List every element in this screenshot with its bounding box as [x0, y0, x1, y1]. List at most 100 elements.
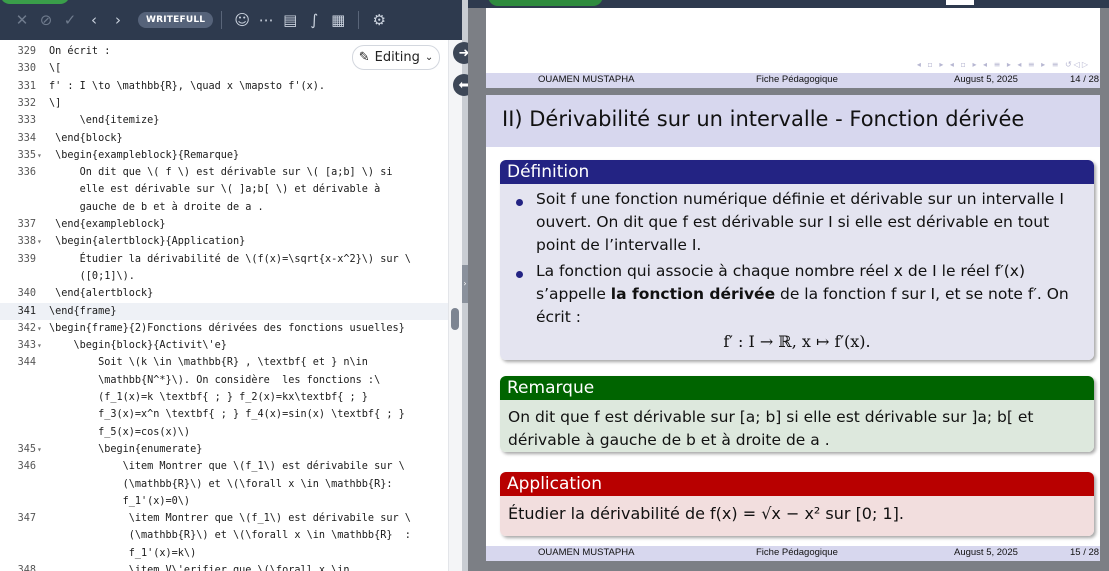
code-text: \[ — [49, 63, 62, 75]
code-line[interactable]: 344 Soit \(k \in \mathbb{R} , \textbf{ e… — [0, 354, 448, 371]
code-line[interactable]: (\mathbb{R}\) et \(\forall x \in \mathbb… — [0, 476, 448, 493]
line-number: 332 — [17, 97, 36, 109]
code-line[interactable]: 343 ▾ \begin{block}{Activit\'e} — [0, 337, 448, 354]
code-line[interactable]: 338 ▾ \begin{alertblock}{Application} — [0, 233, 448, 250]
footer-date: August 5, 2025 — [954, 74, 1018, 85]
editing-mode-label: Editing — [374, 50, 420, 65]
code-line[interactable]: 348 \item V\'erifier que \(\forall x \in — [0, 562, 448, 571]
fold-arrow-icon[interactable]: ▾ — [37, 337, 42, 354]
code-line[interactable]: (f_1(x)=k \textbf{ ; } f_2(x)=kx\textbf{… — [0, 389, 448, 406]
code-editor-pane: ✕ ⊘ ✓ ‹ › WRITEFULL ☺ ⋯ ▤ ∫ ▦ ⚙ 329 On éc… — [0, 0, 462, 571]
ellipsis-icon[interactable]: ⋯ — [254, 8, 278, 32]
code-line[interactable]: 345 ▾ \begin{enumerate} — [0, 441, 448, 458]
line-number: 343 — [17, 340, 36, 352]
code-line[interactable]: 333 \end{itemize} — [0, 112, 448, 129]
application-body: Étudier la dérivabilité de f(x) = √x − x… — [500, 496, 1094, 536]
code-line[interactable]: 336 On dit que \( f \) est dérivable sur… — [0, 164, 448, 181]
code-text: (\mathbb{R}\) et \(\forall x \in \mathbb… — [49, 530, 411, 542]
pdf-toolbar — [468, 0, 1109, 8]
code-line[interactable]: \mathbb{N^*}\). On considère les fonctio… — [0, 372, 448, 389]
settings-icon[interactable]: ⚙ — [367, 8, 391, 32]
definition-item-1-line-3: point de l’intervalle I. — [536, 236, 702, 254]
beamer-navigation-icon[interactable]: ◂ ▫ ▸ ◂ ▫ ▸ ◂ ≡ ▸ ◂ ≡ ▸ ≡ ↺◁▷ — [917, 60, 1090, 69]
fold-arrow-icon[interactable]: ▾ — [37, 320, 42, 337]
code-line[interactable]: 347 \item Montrer que \(f_1\) est dériva… — [0, 510, 448, 527]
code-line[interactable]: f_5(x)=cos(x)\) — [0, 424, 448, 441]
chevron-left-icon[interactable]: ‹ — [82, 8, 106, 32]
code-text: \mathbb{N^*}\). On considère les fonctio… — [49, 374, 381, 386]
code-text: \begin{exampleblock}{Remarque} — [49, 149, 240, 161]
footer-author: OUAMEN MUSTAPHA — [538, 74, 635, 85]
code-line[interactable]: 331 f' : I \to \mathbb{R}, \quad x \mapst… — [0, 78, 448, 95]
frame-title-bar: II) Dérivabilité sur un intervalle - Fon… — [486, 95, 1100, 147]
line-number: 333 — [17, 115, 36, 127]
code-text: elle est dérivable sur \( ]a;b[ \) et dé… — [49, 184, 381, 196]
document-icon[interactable]: ▤ — [278, 8, 302, 32]
editing-mode-dropdown[interactable]: ✎ Editing ⌄ — [352, 45, 440, 70]
footer-page-number: 15 / 28 — [1070, 547, 1100, 558]
code-text: \end{block} — [49, 132, 123, 144]
pdf-viewer[interactable]: ◂ ▫ ▸ ◂ ▫ ▸ ◂ ≡ ▸ ◂ ≡ ▸ ≡ ↺◁▷ OUAMEN MUS… — [468, 0, 1109, 571]
definition-item-2-line-3: écrit : — [536, 308, 581, 326]
table-icon[interactable]: ▦ — [326, 8, 350, 32]
editor-toolbar: ✕ ⊘ ✓ ‹ › WRITEFULL ☺ ⋯ ▤ ∫ ▦ ⚙ — [0, 0, 462, 40]
code-line[interactable]: 337 \end{exampleblock} — [0, 216, 448, 233]
line-number: 347 — [17, 513, 36, 525]
application-title: Application — [500, 472, 1094, 496]
code-text: On dit que \( f \) est dérivable sur \( … — [49, 167, 393, 179]
code-area[interactable]: 329 On écrit : 330 \[331 f' : I \to \mathbb{… — [0, 40, 448, 571]
robot-icon[interactable]: ☺ — [230, 8, 254, 32]
code-text: \item Montrer que \(f_1\) est dérivabile… — [49, 513, 411, 525]
line-number: 346 — [17, 461, 36, 473]
integral-icon[interactable]: ∫ — [302, 8, 326, 32]
fold-arrow-icon[interactable]: ▾ — [37, 147, 42, 164]
editor-scrollbar[interactable] — [448, 40, 462, 571]
application-block: Application Étudier la dérivabilité de f… — [500, 472, 1094, 536]
code-text: f_3(x)=x^n \textbf{ ; } f_4(x)=sin(x) \t… — [49, 409, 405, 421]
code-line[interactable]: f_3(x)=x^n \textbf{ ; } f_4(x)=sin(x) \t… — [0, 406, 448, 423]
code-line[interactable]: 342 ▾ \begin{frame}{2)Fonctions dérivées d… — [0, 320, 448, 337]
code-line[interactable]: 339 Étudier la dérivabilité de \(f(x)=\s… — [0, 251, 448, 268]
line-number: 329 — [17, 46, 36, 57]
recompile-tab-edge[interactable] — [0, 0, 70, 4]
code-line[interactable]: elle est dérivable sur \( ]a;b[ \) et dé… — [0, 181, 448, 198]
remark-line-1: On dit que f est dérivable sur [a; b] si… — [508, 408, 1034, 426]
footer-title: Fiche Pédagogique — [756, 74, 838, 85]
block-icon[interactable]: ⊘ — [34, 8, 58, 32]
remark-title: Remarque — [500, 376, 1094, 400]
fold-arrow-icon[interactable]: ▾ — [37, 233, 42, 250]
code-line[interactable]: 340 \end{alertblock} — [0, 285, 448, 302]
line-number: 340 — [17, 288, 36, 300]
toolbar-divider — [358, 11, 360, 29]
code-line[interactable]: f_1'(x)=0\) — [0, 493, 448, 510]
code-line[interactable]: 334 \end{block} — [0, 130, 448, 147]
code-line[interactable]: 341 \end{frame} — [0, 302, 448, 320]
code-line[interactable]: f_1'(x)=k\) — [0, 545, 448, 562]
close-icon[interactable]: ✕ — [10, 8, 34, 32]
definition-item-1-line-2: ouvert. On dit que f est dérivable sur I… — [536, 213, 1050, 231]
definition-item-2-line-1: La fonction qui associe à chaque nombre … — [536, 262, 1026, 280]
chevron-right-icon[interactable]: › — [106, 8, 130, 32]
overleaf-window: ✕ ⊘ ✓ ‹ › WRITEFULL ☺ ⋯ ▤ ∫ ▦ ⚙ 329 On éc… — [0, 0, 1109, 571]
code-line[interactable]: 346 \item Montrer que \(f_1\) est dériva… — [0, 458, 448, 475]
editor-scroll-thumb[interactable] — [451, 308, 459, 330]
code-line[interactable]: gauche de b et à droite de a . — [0, 199, 448, 216]
code-line[interactable]: ([0;1]\). — [0, 268, 448, 285]
code-line[interactable]: (\mathbb{R}\) et \(\forall x \in \mathbb… — [0, 527, 448, 544]
line-number: 339 — [17, 253, 36, 265]
code-text: \end{frame} — [49, 305, 117, 317]
text-fragment: s’appelle — [536, 285, 611, 303]
code-text: \begin{frame}{2)Fonctions dérivées des f… — [49, 322, 405, 334]
fold-arrow-icon[interactable]: ▾ — [37, 441, 42, 458]
recompile-button[interactable] — [488, 0, 603, 6]
check-icon[interactable]: ✓ — [58, 8, 82, 32]
code-line[interactable]: 332 \] — [0, 95, 448, 112]
bullet-icon — [516, 199, 523, 206]
line-number: 331 — [17, 80, 36, 92]
line-number: 337 — [17, 219, 36, 230]
code-line[interactable]: 335 ▾ \begin{exampleblock}{Remarque} — [0, 147, 448, 164]
definition-body: Soit f une fonction numérique définie et… — [500, 184, 1094, 360]
writefull-button[interactable]: WRITEFULL — [138, 12, 214, 28]
slide-footer: OUAMEN MUSTAPHA Fiche Pédagogique August… — [486, 546, 1100, 561]
zoom-field[interactable] — [946, 0, 974, 5]
